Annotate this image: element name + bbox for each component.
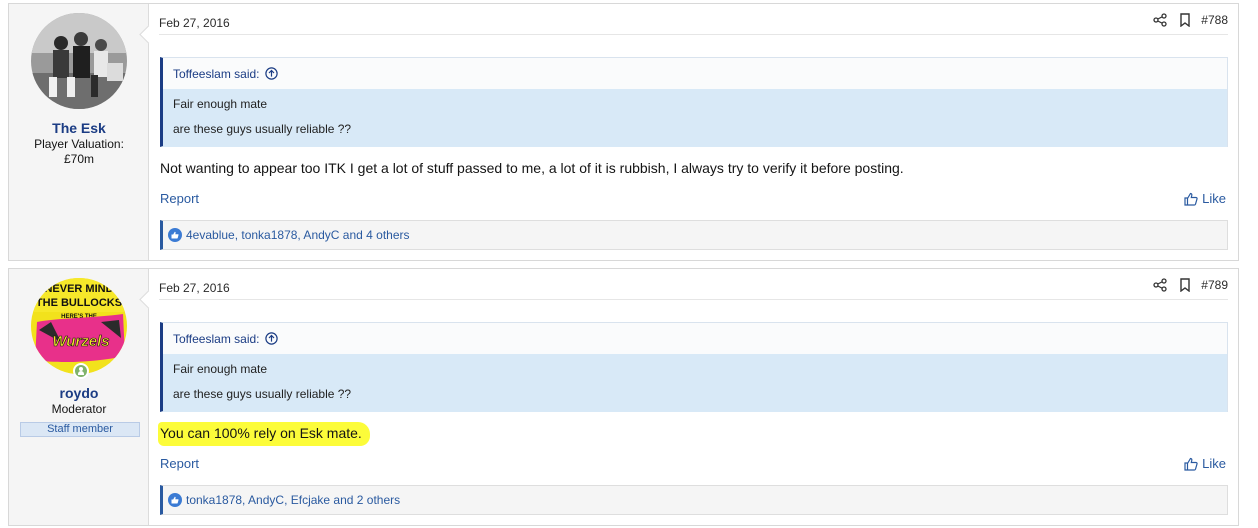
post-number[interactable]: #788	[1201, 13, 1228, 27]
quote-author[interactable]: Toffeeslam said:	[173, 332, 260, 346]
avatar-photo-icon	[31, 13, 127, 109]
post-header: Feb 27, 2016 #789	[159, 269, 1228, 300]
post-date[interactable]: Feb 27, 2016	[159, 281, 230, 295]
reactions-users[interactable]: tonka1878, AndyC, Efcjake and 2 others	[186, 493, 400, 507]
thumbs-up-icon	[1184, 457, 1198, 471]
bookmark-icon[interactable]	[1179, 278, 1191, 292]
quote-line: are these guys usually reliable ??	[173, 387, 352, 401]
like-label: Like	[1202, 456, 1226, 471]
quote-author[interactable]: Toffeeslam said:	[173, 67, 260, 81]
user-title-line1: Player Valuation:	[34, 137, 124, 151]
avatar-text: NEVER MIND	[44, 283, 113, 295]
like-label: Like	[1202, 191, 1226, 206]
quote-line: Fair enough mate	[173, 97, 268, 111]
arrow-up-circle-icon[interactable]	[264, 332, 278, 345]
user-column: The Esk Player Valuation: £70m	[9, 4, 149, 260]
user-title-line2: £70m	[63, 152, 95, 166]
like-reaction-icon	[168, 493, 182, 507]
like-button[interactable]: Like	[1184, 456, 1226, 471]
like-button[interactable]: Like	[1184, 191, 1226, 206]
quote-line: Fair enough mate	[173, 362, 268, 376]
reactions-bar[interactable]: tonka1878, AndyC, Efcjake and 2 others	[160, 485, 1228, 515]
quote-header[interactable]: Toffeeslam said:	[163, 58, 1227, 89]
online-status-icon	[73, 363, 89, 379]
staff-badge: Staff member	[20, 422, 140, 437]
report-link[interactable]: Report	[160, 191, 199, 206]
avatar[interactable]	[31, 13, 127, 109]
bookmark-icon[interactable]	[1179, 13, 1191, 27]
post-main: Feb 27, 2016 #789 Toffeeslam said: Fair …	[150, 269, 1238, 525]
thumbs-up-icon	[1184, 192, 1198, 206]
like-reaction-icon	[168, 228, 182, 242]
post-actions: #788	[1153, 13, 1228, 27]
avatar[interactable]: NEVER MIND THE BULLOCKS HERE'S THE Wurze…	[31, 278, 127, 374]
share-icon[interactable]	[1153, 278, 1167, 292]
post-number[interactable]: #789	[1201, 278, 1228, 292]
quote-line: are these guys usually reliable ??	[173, 122, 352, 136]
avatar-text: THE BULLOCKS	[36, 297, 122, 309]
message-text: Not wanting to appear too ITK I get a lo…	[160, 160, 904, 176]
username[interactable]: roydo	[9, 385, 149, 401]
quote-body: Fair enough mate are these guys usually …	[163, 354, 1227, 412]
post-789: NEVER MIND THE BULLOCKS HERE'S THE Wurze…	[8, 268, 1239, 526]
post-date[interactable]: Feb 27, 2016	[159, 16, 230, 30]
avatar-text: Wurzels	[52, 333, 109, 350]
post-header: Feb 27, 2016 #788	[159, 4, 1228, 35]
post-main: Feb 27, 2016 #788 Toffeeslam said: Fair …	[150, 4, 1238, 260]
album-cover-avatar-icon: NEVER MIND THE BULLOCKS HERE'S THE Wurze…	[31, 278, 127, 374]
post-actions: #789	[1153, 278, 1228, 292]
quote-header[interactable]: Toffeeslam said:	[163, 323, 1227, 354]
report-link[interactable]: Report	[160, 456, 199, 471]
reactions-users[interactable]: 4evablue, tonka1878, AndyC and 4 others	[186, 228, 410, 242]
quote-block: Toffeeslam said: Fair enough mate are th…	[160, 57, 1228, 147]
post-788: The Esk Player Valuation: £70m Feb 27, 2…	[8, 3, 1239, 261]
quote-block: Toffeeslam said: Fair enough mate are th…	[160, 322, 1228, 412]
quote-body: Fair enough mate are these guys usually …	[163, 89, 1227, 147]
arrow-up-circle-icon[interactable]	[264, 67, 278, 80]
highlighted-message: You can 100% rely on Esk mate.	[158, 422, 370, 446]
share-icon[interactable]	[1153, 13, 1167, 27]
user-title: Player Valuation: £70m	[9, 137, 149, 167]
reactions-bar[interactable]: 4evablue, tonka1878, AndyC and 4 others	[160, 220, 1228, 250]
user-column: NEVER MIND THE BULLOCKS HERE'S THE Wurze…	[9, 269, 149, 525]
username[interactable]: The Esk	[9, 120, 149, 136]
message-text: You can 100% rely on Esk mate.	[158, 422, 370, 446]
user-title: Moderator	[51, 402, 107, 416]
